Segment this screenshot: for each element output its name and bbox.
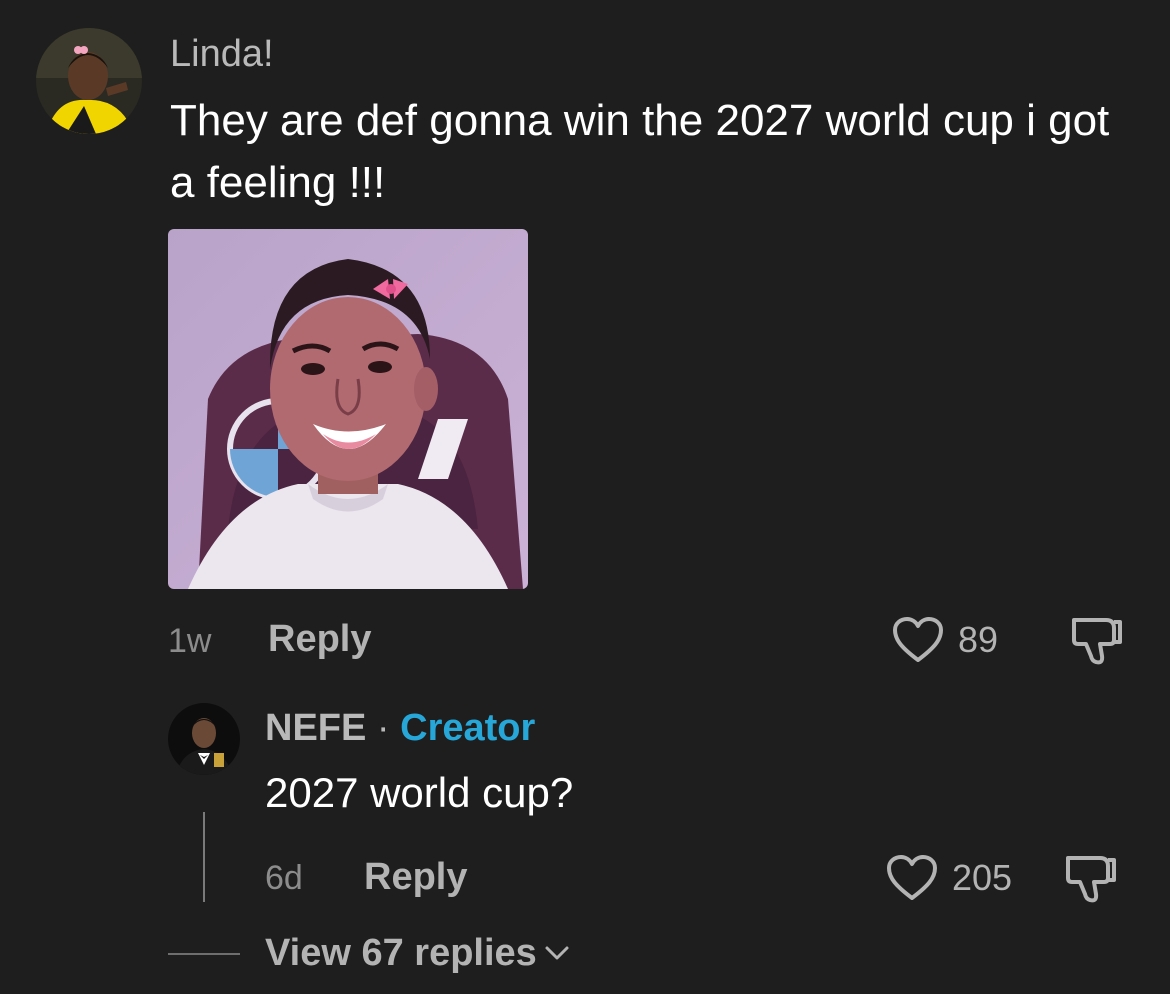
reply-button[interactable]: Reply <box>268 617 371 661</box>
thread-line <box>203 812 205 902</box>
reply-text: 2027 world cup? <box>265 769 574 816</box>
view-replies-button[interactable]: View 67 replies <box>265 930 571 976</box>
avatar-photo <box>168 703 240 775</box>
view-replies-divider <box>168 953 240 955</box>
avatar-photo <box>36 28 142 134</box>
comment-timestamp: 1w <box>168 622 212 660</box>
comment-attached-image[interactable] <box>168 229 528 589</box>
reply-timestamp: 6d <box>265 859 303 897</box>
creator-badge: Creator <box>400 707 536 749</box>
view-replies-label: View 67 replies <box>265 932 537 974</box>
dislike-icon[interactable] <box>1064 852 1118 904</box>
commenter-avatar[interactable] <box>36 28 142 134</box>
like-count: 89 <box>958 619 999 660</box>
heart-icon[interactable] <box>886 854 938 902</box>
dislike-icon[interactable] <box>1070 614 1124 666</box>
replier-name-row: NEFE · Creator <box>265 705 535 751</box>
like-count: 205 <box>952 857 1013 898</box>
heart-icon[interactable] <box>892 616 944 664</box>
reply-button[interactable]: Reply <box>364 855 467 899</box>
name-separator: · <box>376 707 390 749</box>
attached-image <box>168 229 528 589</box>
replier-avatar[interactable] <box>168 703 240 775</box>
chevron-down-icon <box>543 943 571 963</box>
commenter-username[interactable]: Linda! <box>170 32 274 76</box>
comment-text: They are def gonna win the 2027 world cu… <box>170 96 1110 207</box>
replier-username[interactable]: NEFE <box>265 707 366 749</box>
